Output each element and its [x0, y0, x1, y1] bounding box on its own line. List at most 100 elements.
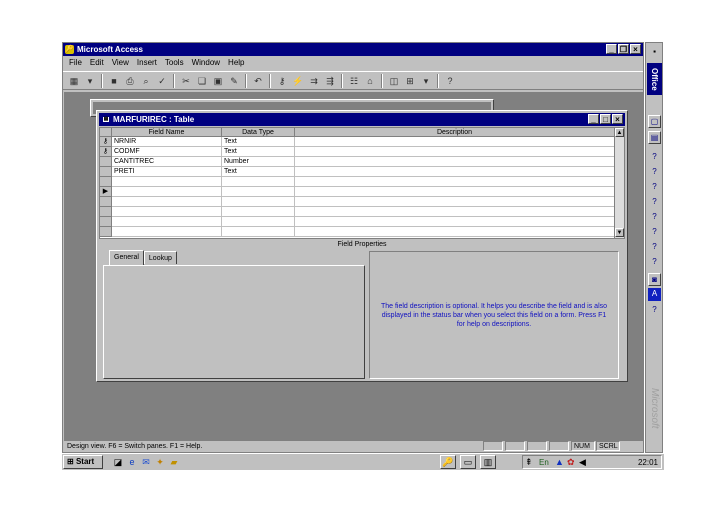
view-icon[interactable]: ▦ [67, 74, 81, 88]
language-indicator-icon[interactable]: En [539, 456, 549, 469]
data-type-cell[interactable] [222, 227, 295, 237]
field-name-cell[interactable] [112, 187, 222, 197]
field-name-cell[interactable]: PRETI [112, 167, 222, 177]
grid-vertical-scrollbar[interactable]: ▲ ▼ [614, 128, 624, 238]
new-object-icon[interactable]: ⊞ [403, 74, 417, 88]
dropdown-arrow-icon[interactable]: ▾ [83, 74, 97, 88]
data-type-cell[interactable]: Text [222, 147, 295, 157]
table-close-button[interactable]: × [612, 114, 623, 124]
close-button[interactable]: × [630, 44, 641, 54]
row-selector[interactable] [100, 197, 112, 207]
tab-general[interactable]: General [109, 250, 144, 265]
volume-icon[interactable]: ◀ [579, 456, 586, 469]
dropdown-arrow-icon[interactable]: ▾ [419, 74, 433, 88]
field-name-cell[interactable] [112, 197, 222, 207]
cut-icon[interactable]: ✂ [179, 74, 193, 88]
row-selector[interactable] [100, 157, 112, 167]
clock[interactable]: 22:01 [638, 456, 658, 469]
office-help-icon[interactable]: ? [648, 256, 661, 269]
indexes-icon[interactable]: ⚡ [291, 74, 305, 88]
row-selector[interactable] [100, 227, 112, 237]
description-cell[interactable] [295, 147, 615, 157]
build-icon[interactable]: ⌂ [363, 74, 377, 88]
description-cell[interactable] [295, 227, 615, 237]
copy-icon[interactable]: ❏ [195, 74, 209, 88]
office-help-icon[interactable]: ? [648, 196, 661, 209]
description-cell[interactable] [295, 187, 615, 197]
row-selector[interactable] [100, 177, 112, 187]
office-help-icon[interactable]: ? [648, 151, 661, 164]
start-button[interactable]: ⊞ Start [63, 455, 103, 469]
table-minimize-button[interactable]: _ [588, 114, 599, 124]
menu-file[interactable]: File [69, 57, 82, 69]
menu-window[interactable]: Window [192, 57, 220, 69]
paste-icon[interactable]: ▣ [211, 74, 225, 88]
field-name-cell[interactable] [112, 217, 222, 227]
field-name-cell[interactable]: CODMF [112, 147, 222, 157]
field-name-cell[interactable]: NRNIR [112, 137, 222, 147]
description-cell[interactable] [295, 137, 615, 147]
data-type-cell[interactable]: Text [222, 167, 295, 177]
data-type-cell[interactable]: Text [222, 137, 295, 147]
office-help-icon[interactable]: ? [648, 226, 661, 239]
office-help-icon[interactable]: ? [648, 241, 661, 254]
description-cell[interactable] [295, 157, 615, 167]
outlook-express-icon[interactable]: ✉ [140, 456, 152, 468]
office-help-icon[interactable]: ? [648, 211, 661, 224]
menu-insert[interactable]: Insert [137, 57, 157, 69]
undo-icon[interactable]: ↶ [251, 74, 265, 88]
internet-explorer-icon[interactable]: e [126, 456, 138, 468]
table-window-title-bar[interactable]: ▦ MARFURIREC : Table _ □ × [99, 113, 625, 126]
open-document-icon[interactable]: ▤ [648, 131, 661, 144]
description-cell[interactable] [295, 167, 615, 177]
data-type-cell[interactable] [222, 197, 295, 207]
new-document-icon[interactable]: ▢ [648, 115, 661, 128]
taskbar-window-icon[interactable]: ▥ [480, 455, 496, 469]
field-name-cell[interactable] [112, 177, 222, 187]
taskbar-window-icon[interactable]: ▭ [460, 455, 476, 469]
data-type-cell[interactable] [222, 187, 295, 197]
save-icon[interactable]: ■ [107, 74, 121, 88]
database-window-icon[interactable]: ◫ [387, 74, 401, 88]
properties-icon[interactable]: ☷ [347, 74, 361, 88]
menu-edit[interactable]: Edit [90, 57, 104, 69]
field-name-cell[interactable] [112, 227, 222, 237]
primary-key-icon[interactable]: ⚷ [100, 147, 112, 157]
data-type-cell[interactable] [222, 217, 295, 227]
menu-help[interactable]: Help [228, 57, 244, 69]
outlook-icon[interactable]: ◙ [648, 273, 661, 286]
tab-lookup[interactable]: Lookup [143, 251, 177, 264]
taskbar-access-key-icon[interactable]: 🔑 [440, 455, 456, 469]
row-selector[interactable] [100, 167, 112, 177]
description-cell[interactable] [295, 177, 615, 187]
channels-icon[interactable]: ✦ [154, 456, 166, 468]
minimize-button[interactable]: _ [606, 44, 617, 54]
tray-icon[interactable]: ▲ [555, 456, 564, 469]
print-icon[interactable]: ⎙ [123, 74, 137, 88]
row-selector[interactable] [100, 217, 112, 227]
office-menu-icon[interactable]: ▪ [648, 46, 661, 59]
menu-tools[interactable]: Tools [165, 57, 184, 69]
scroll-up-arrow-icon[interactable]: ▲ [615, 128, 624, 137]
tray-icon[interactable]: ⇞ [525, 456, 533, 469]
format-painter-icon[interactable]: ✎ [227, 74, 241, 88]
spelling-icon[interactable]: ✓ [155, 74, 169, 88]
description-cell[interactable] [295, 207, 615, 217]
data-type-cell[interactable] [222, 207, 295, 217]
table-maximize-button[interactable]: □ [600, 114, 611, 124]
description-cell[interactable] [295, 217, 615, 227]
delete-rows-icon[interactable]: ⇶ [323, 74, 337, 88]
field-name-cell[interactable] [112, 207, 222, 217]
description-cell[interactable] [295, 197, 615, 207]
folder-icon[interactable]: ▰ [168, 456, 180, 468]
menu-view[interactable]: View [112, 57, 129, 69]
row-selector[interactable] [100, 207, 112, 217]
scroll-down-arrow-icon[interactable]: ▼ [615, 228, 624, 237]
office-help-icon[interactable]: ? [648, 304, 661, 317]
restore-button[interactable]: ❐ [618, 44, 629, 54]
access-app-icon[interactable]: A [648, 288, 661, 301]
desktop-icon[interactable]: ◪ [112, 456, 124, 468]
insert-rows-icon[interactable]: ⇉ [307, 74, 321, 88]
office-help-icon[interactable]: ? [648, 166, 661, 179]
primary-key-icon[interactable]: ⚷ [275, 74, 289, 88]
